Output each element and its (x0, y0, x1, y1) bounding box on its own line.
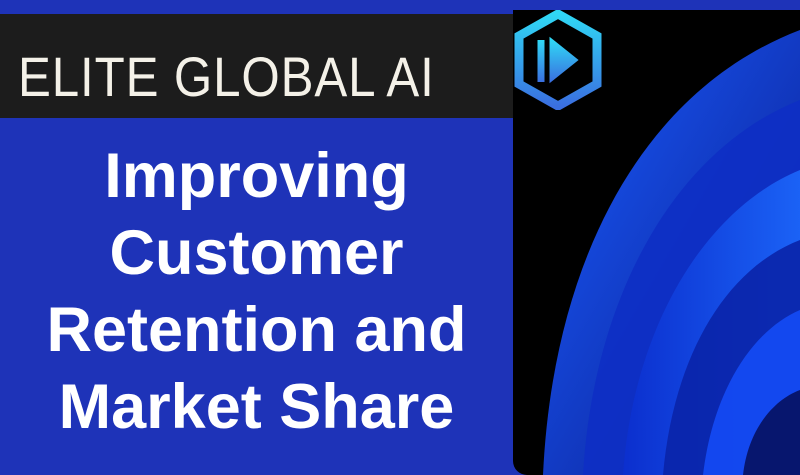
headline-line: Customer (109, 218, 404, 288)
headline-line: Market Share (58, 372, 455, 442)
headline-line: Improving (104, 141, 409, 211)
headline-line: Retention and (46, 295, 467, 365)
brand-banner: ELITE GLOBAL AI (0, 14, 513, 118)
brand-name: ELITE GLOBAL AI (18, 45, 435, 108)
brand-logo-icon (513, 8, 603, 112)
headline: Improving Customer Retention and Market … (0, 138, 513, 446)
